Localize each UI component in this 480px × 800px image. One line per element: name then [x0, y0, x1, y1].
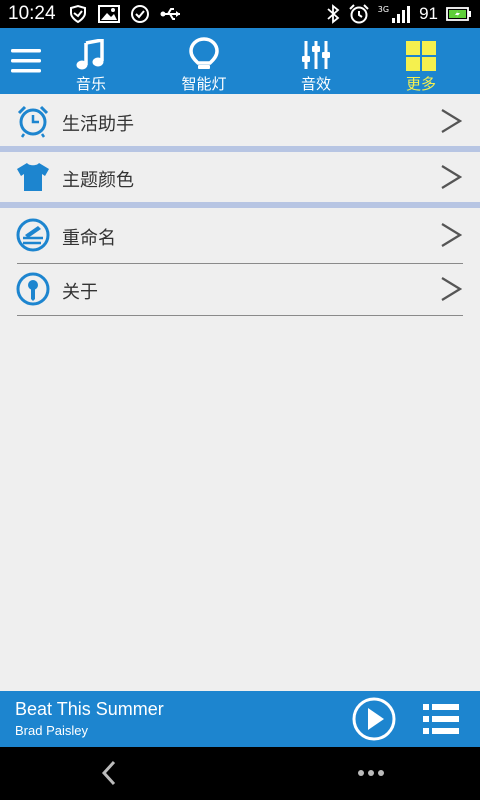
tab-label: 智能灯: [181, 75, 227, 93]
network-type: 3G: [377, 5, 390, 14]
menu-item-label: 生活助手: [62, 114, 134, 135]
info-icon: [16, 272, 50, 306]
bulb-icon: [189, 37, 219, 69]
menu-item-label: 主题颜色: [62, 170, 134, 191]
status-bar: 10:24 3G 91: [0, 0, 480, 28]
tshirt-icon: [17, 163, 49, 191]
image-icon: [97, 5, 120, 23]
playlist-icon[interactable]: [423, 703, 459, 735]
hamburger-icon: [11, 49, 41, 73]
music-note-icon: [76, 39, 104, 70]
battery-level: 91: [419, 4, 438, 23]
row-divider: [17, 315, 463, 316]
menu-item-about[interactable]: 关于: [0, 264, 480, 316]
chevron-right-icon: [441, 223, 462, 247]
tab-label: 音效: [300, 75, 331, 93]
equalizer-icon: [302, 41, 330, 69]
artist-name: Brad Paisley: [15, 723, 88, 738]
tab-label: 音乐: [75, 75, 106, 93]
tab-sound-effect[interactable]: 音效: [266, 28, 366, 94]
menu-item-rename[interactable]: 重命名: [0, 208, 480, 262]
system-icons: 3G 91: [326, 0, 472, 28]
song-title: Beat This Summer: [15, 699, 164, 719]
overflow-menu-icon[interactable]: [356, 763, 386, 783]
settings-list: 生活助手 主题颜色 重命名 关于: [0, 94, 480, 691]
menu-item-theme-color[interactable]: 主题颜色: [0, 152, 480, 202]
notification-icons: [68, 4, 184, 24]
grid-icon: [406, 41, 436, 71]
chevron-right-icon: [441, 277, 462, 301]
system-nav-bar: [0, 747, 480, 800]
usb-icon: [160, 8, 180, 20]
alarm-clock-icon: [17, 105, 49, 138]
bluetooth-icon: [327, 4, 340, 24]
back-icon[interactable]: [96, 759, 124, 787]
tab-music[interactable]: 音乐: [41, 28, 141, 94]
shield-icon: [69, 4, 86, 24]
tab-label: 更多: [405, 75, 436, 93]
chevron-right-icon: [441, 165, 462, 189]
signal-icon: [392, 6, 411, 23]
rename-icon: [16, 218, 50, 252]
tab-smart-light[interactable]: 智能灯: [154, 28, 254, 94]
status-time: 10:24: [8, 3, 56, 24]
top-nav: 音乐 智能灯 音效 更多: [0, 28, 480, 94]
battery-icon: [446, 7, 471, 21]
menu-item-label: 关于: [62, 282, 98, 303]
chevron-right-icon: [441, 109, 462, 133]
menu-item-life-assistant[interactable]: 生活助手: [0, 94, 480, 148]
alarm-icon: [349, 4, 369, 24]
mini-player[interactable]: Beat This Summer Brad Paisley: [0, 691, 480, 747]
check-circle-icon: [130, 5, 149, 23]
play-icon[interactable]: [351, 696, 397, 742]
menu-item-label: 重命名: [62, 228, 116, 249]
tab-more[interactable]: 更多: [371, 28, 471, 94]
